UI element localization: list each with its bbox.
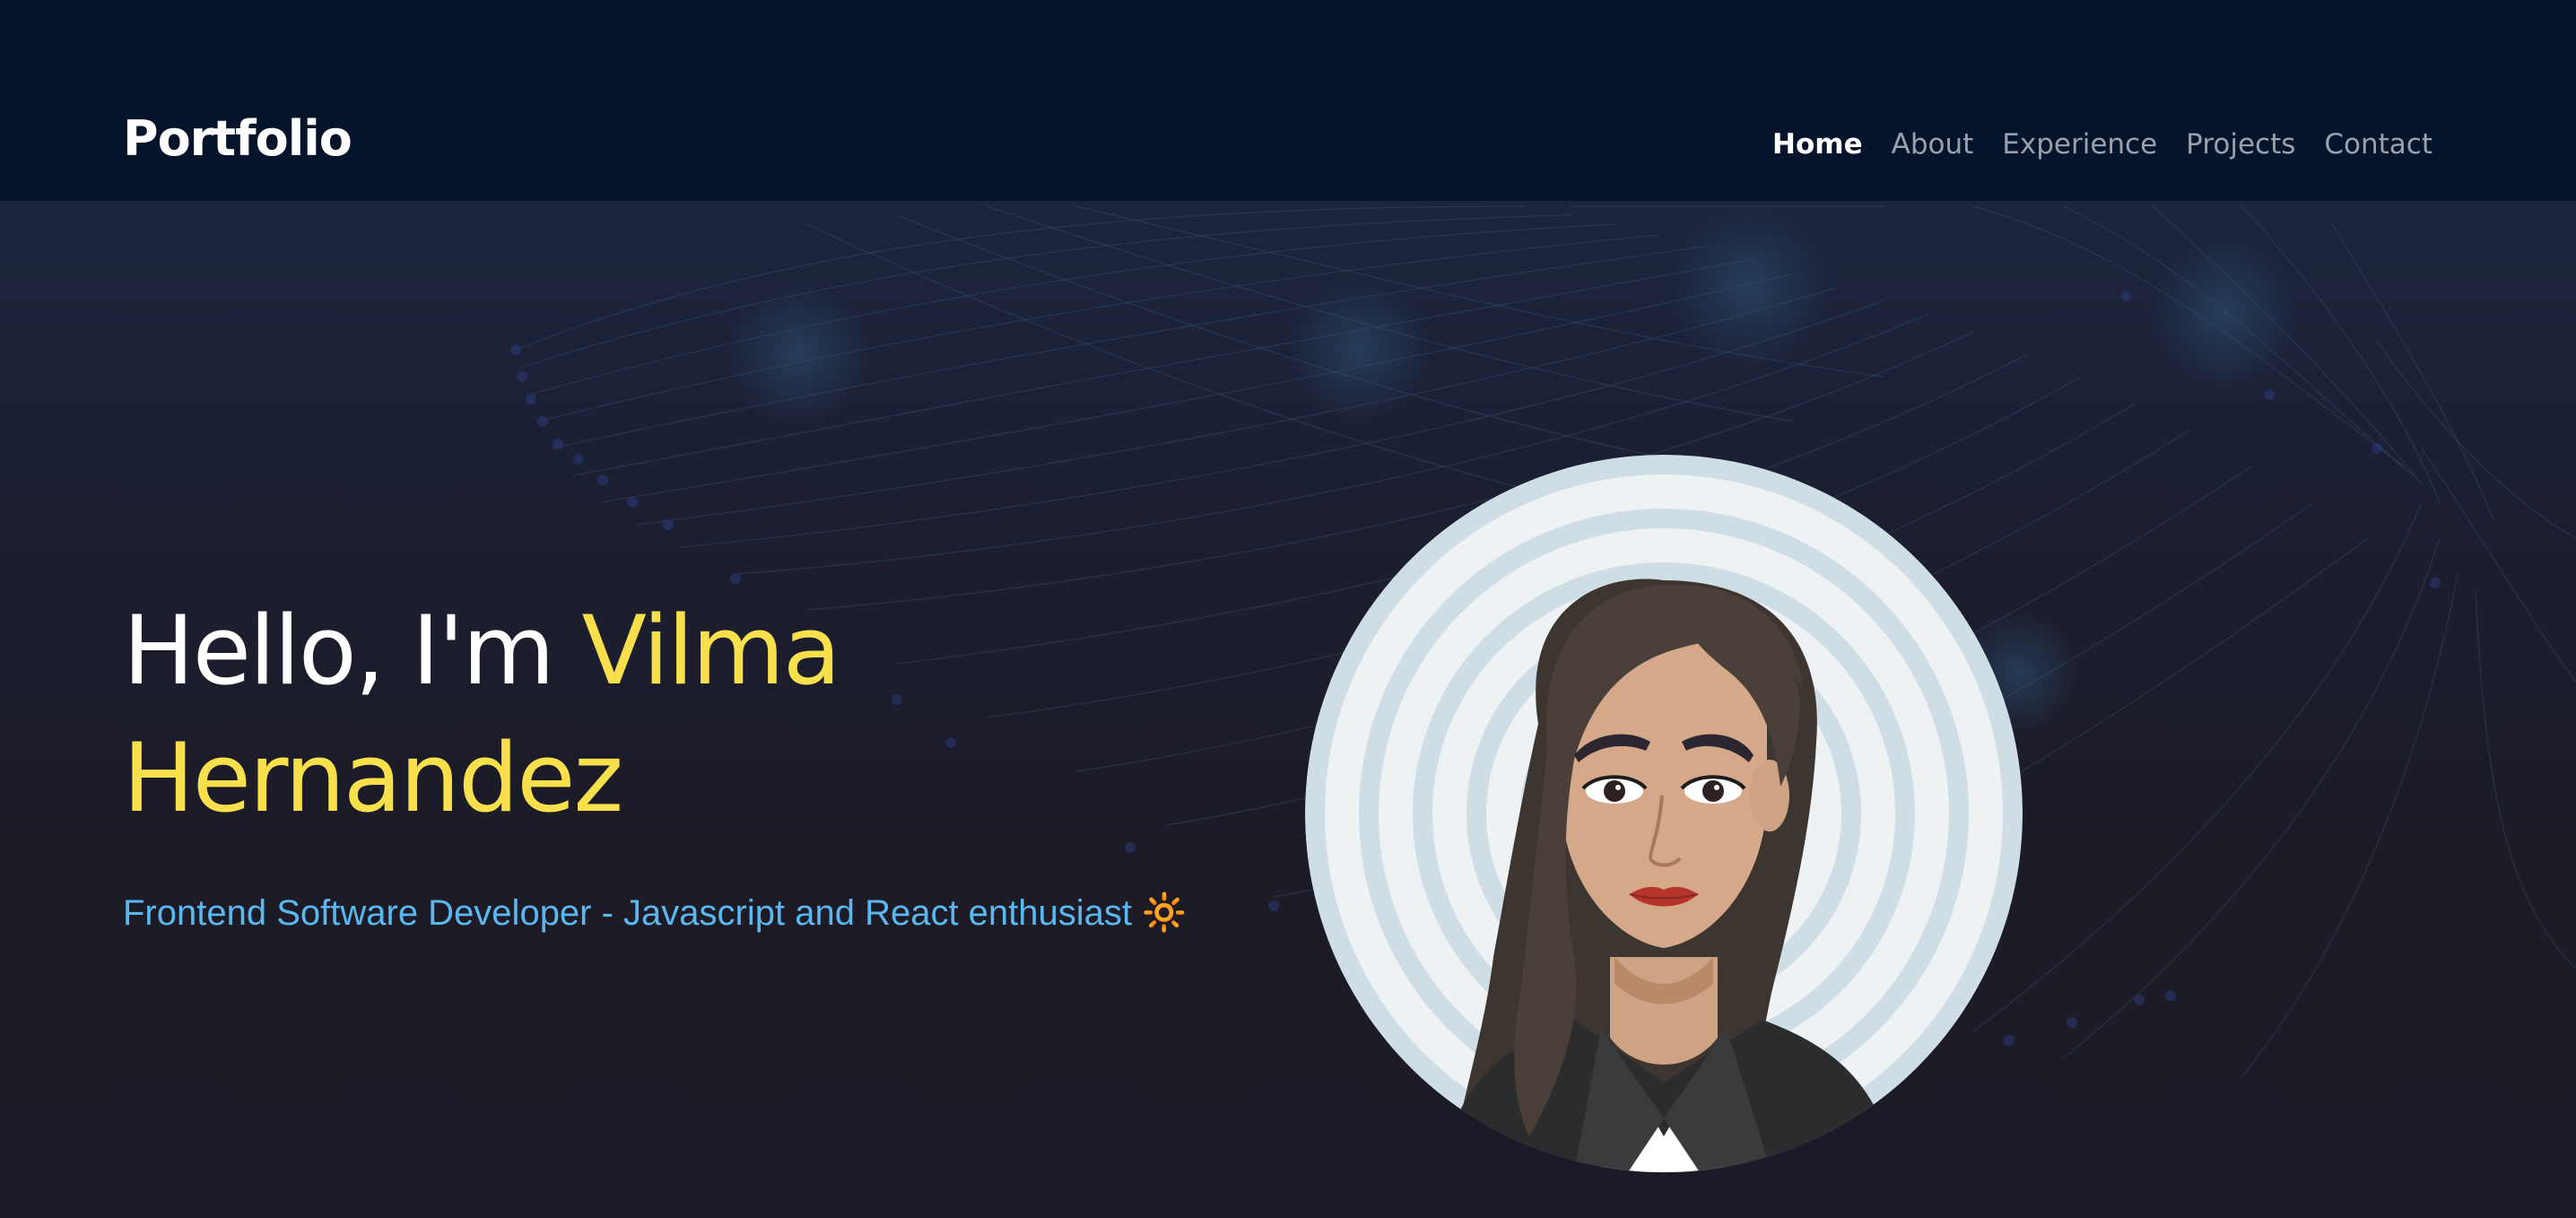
brand-logo[interactable]: Portfolio (123, 115, 352, 163)
nav-contact-link[interactable]: Contact (2324, 131, 2432, 159)
avatar (1305, 455, 2023, 1172)
hero-greeting: Hello, I'm (123, 596, 555, 706)
hero-name-last: Hernandez (123, 723, 623, 833)
portfolio-page: Portfolio Home About Experience Projects… (0, 0, 2576, 1218)
nav-projects-link[interactable]: Projects (2186, 131, 2295, 159)
nav-links: Home About Experience Projects Contact (1772, 131, 2432, 159)
top-navbar: Portfolio Home About Experience Projects… (0, 0, 2576, 201)
nav-home-link[interactable]: Home (1772, 131, 1863, 159)
hero-subtitle: Frontend Software Developer - Javascript… (123, 893, 1187, 933)
hero-heading: Hello, I'm Vilma Hernandez (123, 587, 841, 842)
cartoon-avatar-woman (1305, 455, 2023, 1172)
hero-name-first: Vilma (581, 596, 840, 706)
nav-experience-link[interactable]: Experience (2002, 131, 2157, 159)
nav-about-link[interactable]: About (1892, 131, 1974, 159)
